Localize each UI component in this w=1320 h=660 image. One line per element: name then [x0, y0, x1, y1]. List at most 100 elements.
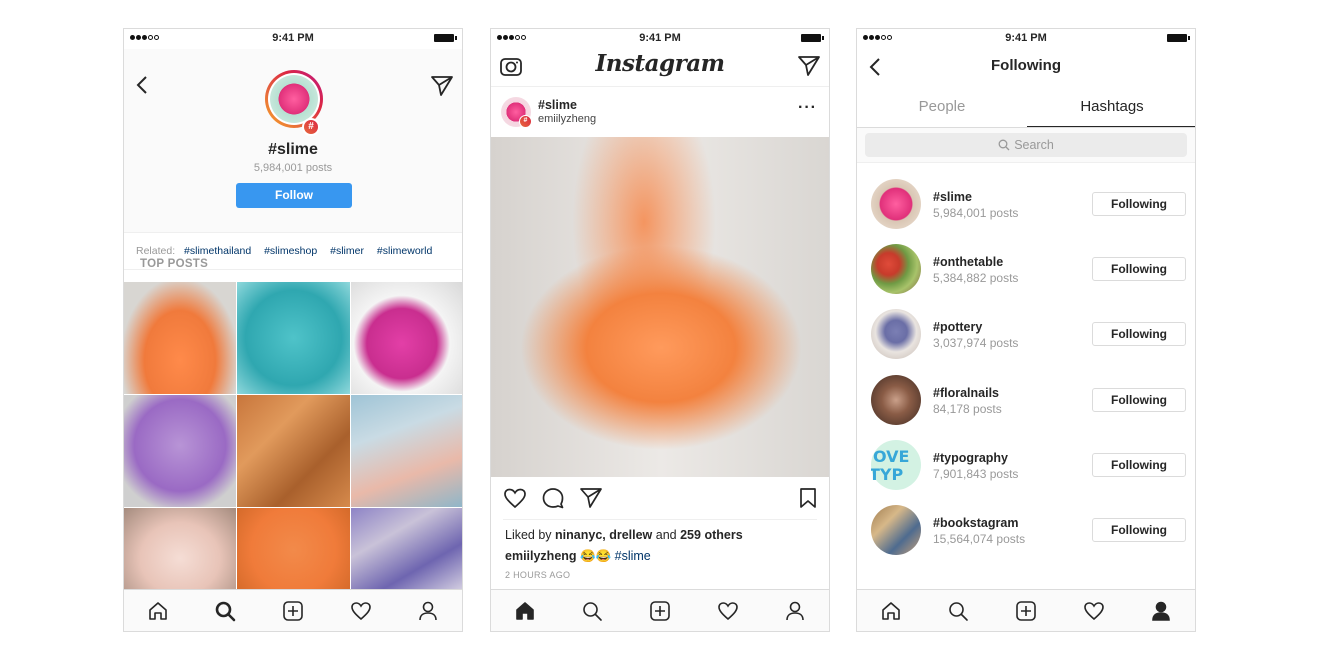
bottom-tab-bar [124, 589, 462, 631]
post-thumbnail[interactable] [124, 282, 236, 394]
post-thumbnail[interactable] [237, 282, 350, 394]
hashtag-header: # #slime 5,984,001 posts Follow [124, 49, 462, 232]
home-icon[interactable] [143, 596, 173, 626]
hashtag-avatar: OVE TYP [869, 439, 921, 490]
more-icon[interactable]: ··· [798, 99, 817, 117]
heart-icon[interactable] [503, 487, 527, 514]
status-time: 9:41 PM [1005, 32, 1047, 44]
hashtag-post-count: 5,984,001 posts [933, 206, 1019, 220]
following-button[interactable]: Following [1092, 192, 1186, 216]
following-button[interactable]: Following [1092, 257, 1186, 282]
profile-icon[interactable] [1146, 596, 1176, 626]
likes-mid: and [652, 528, 681, 542]
home-icon[interactable] [876, 596, 906, 626]
post-thumbnail[interactable] [237, 395, 350, 507]
top-posts-grid [124, 282, 462, 592]
battery-icon [434, 34, 457, 42]
battery-icon [1167, 34, 1190, 42]
hashtag-name: #pottery [933, 320, 983, 335]
comment-icon[interactable] [541, 487, 565, 514]
profile-icon[interactable] [413, 596, 443, 626]
caption-username[interactable]: emiilyzheng [505, 549, 577, 563]
profile-icon[interactable] [780, 596, 810, 626]
related-tag[interactable]: #slimeworld [377, 245, 432, 257]
caption-emoji: 😂😂 [576, 549, 615, 563]
list-item[interactable]: #slime 5,984,001 posts Following [857, 174, 1195, 239]
hashtag-page-screen: 9:41 PM # #slime 5,984,001 posts Follow … [123, 28, 463, 632]
share-icon[interactable] [579, 487, 603, 514]
post-thumbnail[interactable] [124, 508, 236, 592]
following-button[interactable]: Following [1092, 387, 1186, 412]
following-button[interactable]: Following [1092, 517, 1186, 542]
hashtag-badge: # [302, 118, 320, 136]
hashtag-post-count: 84,178 posts [933, 401, 1002, 416]
tab-people[interactable]: People [857, 87, 1027, 127]
back-arrow-icon[interactable] [136, 75, 148, 100]
related-tag[interactable]: #slimer [330, 245, 364, 257]
page-title: Following [991, 57, 1061, 74]
hashtag-post-count: 15,564,074 posts [933, 531, 1026, 546]
hashtag-post-count: 7,901,843 posts [933, 466, 1019, 481]
send-icon[interactable] [797, 55, 821, 82]
related-label: Related: [136, 245, 176, 257]
feed-screen: 9:41 PM Instagram # #slime emiilyzheng ·… [490, 28, 830, 632]
hashtag-name: #typography [933, 450, 1009, 465]
search-icon[interactable] [577, 596, 607, 626]
list-item[interactable]: #pottery 3,037,974 posts Following [857, 304, 1195, 369]
post-thumbnail[interactable] [124, 395, 236, 507]
list-item[interactable]: #floralnails 84,178 posts Following [857, 370, 1195, 435]
tab-hashtags[interactable]: Hashtags [1027, 87, 1195, 127]
post-thumbnail[interactable] [237, 508, 350, 592]
battery-icon [801, 34, 824, 42]
following-button[interactable]: Following [1092, 322, 1186, 347]
add-icon[interactable] [645, 596, 675, 626]
related-tag[interactable]: #slimeshop [264, 245, 317, 257]
status-time: 9:41 PM [639, 32, 681, 44]
heart-icon[interactable] [713, 596, 743, 626]
related-tag[interactable]: #slimethailand [184, 245, 251, 257]
following-tabs: People Hashtags [857, 87, 1195, 127]
likes-others[interactable]: 259 others [680, 528, 743, 542]
add-icon[interactable] [1011, 596, 1041, 626]
list-item[interactable]: #onthetable 5,384,882 posts Following [857, 239, 1195, 304]
hashtag-avatar [871, 309, 921, 360]
caption-hashtag[interactable]: #slime [615, 549, 651, 563]
hashtag-name: #slime [933, 190, 972, 204]
likes-prefix: Liked by [505, 528, 556, 542]
likes-line: Liked by ninanyc, drellew and 259 others [505, 528, 743, 542]
status-bar: 9:41 PM [124, 29, 462, 49]
post-username[interactable]: emiilyzheng [538, 113, 596, 125]
hashtag-avatar [871, 504, 921, 555]
list-item[interactable]: #bookstagram 15,564,074 posts Following [857, 500, 1195, 565]
list-item[interactable]: OVE TYP #typography 7,901,843 posts Follo… [857, 435, 1195, 500]
search-icon[interactable] [943, 596, 973, 626]
svg-text:OVE: OVE [873, 447, 909, 466]
hashtag-name: #onthetable [933, 255, 1004, 270]
post-hashtag[interactable]: #slime [538, 98, 577, 112]
hashtag-post-count: 3,037,974 posts [933, 336, 1019, 351]
hashtag-list: #slime 5,984,001 posts Following #onthet… [857, 174, 1195, 565]
add-icon[interactable] [278, 596, 308, 626]
post-thumbnail[interactable] [351, 282, 462, 394]
search-icon[interactable] [210, 596, 240, 626]
follow-button[interactable]: Follow [236, 183, 352, 208]
status-bar: 9:41 PM [857, 29, 1195, 49]
post-header: # #slime emiilyzheng ··· [491, 87, 829, 137]
hashtag-name: #floralnails [933, 385, 999, 400]
hashtag-avatar [871, 374, 921, 425]
hashtag-post-count: 5,384,882 posts [933, 271, 1019, 286]
bookmark-icon[interactable] [799, 487, 817, 514]
status-bar: 9:41 PM [491, 29, 829, 49]
likes-users[interactable]: ninanyc, drellew [555, 528, 652, 542]
search-icon [998, 139, 1010, 151]
post-image[interactable] [491, 137, 829, 477]
heart-icon[interactable] [346, 596, 376, 626]
search-input[interactable]: Search [865, 133, 1187, 157]
home-icon[interactable] [510, 596, 540, 626]
post-thumbnail[interactable] [351, 508, 462, 592]
send-icon[interactable] [430, 75, 454, 102]
post-thumbnail[interactable] [351, 395, 462, 507]
following-button[interactable]: Following [1092, 452, 1186, 477]
heart-icon[interactable] [1079, 596, 1109, 626]
instagram-logo: Instagram [595, 50, 725, 77]
